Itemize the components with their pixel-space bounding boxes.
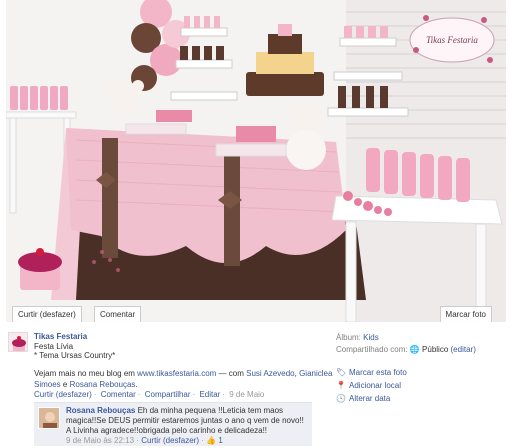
post-date[interactable]: 9 de Maio xyxy=(229,390,264,399)
thumbs-up-icon[interactable]: 👍 xyxy=(206,436,216,445)
comment-time[interactable]: 9 de Maio às 22:13 xyxy=(66,436,134,445)
tagged-user-link[interactable]: Rosana Rebouças xyxy=(70,380,136,389)
poster-name-link[interactable]: Tikas Festaria xyxy=(34,332,87,341)
album-row: Álbum: Kids xyxy=(336,333,379,342)
share-link[interactable]: Compartilhar xyxy=(145,390,191,399)
action-label: Marcar esta foto xyxy=(349,368,407,377)
post-with-text: — com xyxy=(218,369,244,378)
blog-link[interactable]: www.tikasfestaria.com xyxy=(137,369,216,378)
edit-link[interactable]: Editar xyxy=(199,390,220,399)
tag-this-photo-action[interactable]: 🏷 Marcar esta foto xyxy=(336,368,407,377)
photo-like-undo-button[interactable]: Curtir (desfazer) xyxy=(12,306,82,322)
comment-link[interactable]: Comentar xyxy=(101,390,136,399)
like-undo-link[interactable]: Curtir (desfazer) xyxy=(34,390,92,399)
post-text-prefix: Vejam mais no meu blog em xyxy=(34,369,135,378)
poster-avatar[interactable] xyxy=(8,332,28,352)
caption-subtitle: * Tema Ursas Country* xyxy=(34,351,116,360)
comment-like-undo-link[interactable]: Curtir (desfazer) xyxy=(141,436,199,445)
party-scene-illustration: Tikas Festaria xyxy=(6,0,506,322)
comment-like-count[interactable]: 1 xyxy=(218,436,222,445)
cupcake-icon xyxy=(12,336,26,351)
tagged-user-link[interactable]: Susi Azevedo xyxy=(246,369,294,378)
post-actions: Curtir (desfazer) · Comentar · Compartilha… xyxy=(34,390,265,399)
comment-body: Rosana Rebouças Eh da minha pequena !!Le… xyxy=(66,406,306,436)
comment-item: Rosana Rebouças Eh da minha pequena !!Le… xyxy=(34,402,312,446)
tag-photo-button[interactable]: Marcar foto xyxy=(439,306,492,322)
edit-privacy-link[interactable]: (editar) xyxy=(451,345,476,354)
add-location-action[interactable]: 📍 Adicionar local xyxy=(336,381,401,390)
watermark-text: Tikas Festaria xyxy=(426,35,478,45)
shared-audience: Público xyxy=(422,345,449,354)
tag-icon: 🏷 xyxy=(336,368,347,377)
globe-icon: 🌐 xyxy=(409,345,420,354)
album-label: Álbum: xyxy=(336,333,361,342)
and-word: e xyxy=(62,380,68,389)
person-photo-icon xyxy=(39,408,59,428)
party-photo[interactable]: Tikas Festaria Curtir (desfazer) Comenta… xyxy=(6,0,506,322)
shared-row: Compartilhado com: 🌐 Público (editar) xyxy=(336,345,476,354)
album-link[interactable]: Kids xyxy=(363,333,379,342)
location-pin-icon: 📍 xyxy=(336,381,346,390)
caption-title: Festa Lívia xyxy=(34,342,74,351)
clock-icon: 🕓 xyxy=(336,394,346,403)
photo-comment-button[interactable]: Comentar xyxy=(94,306,142,322)
action-label: Adicionar local xyxy=(349,381,402,390)
comment-meta: 9 de Maio às 22:13 · Curtir (desfazer) ·… xyxy=(66,436,223,445)
action-label: Alterar data xyxy=(349,394,391,403)
shared-label: Compartilhado com: xyxy=(336,345,408,354)
commenter-avatar[interactable] xyxy=(38,407,60,429)
commenter-name-link[interactable]: Rosana Rebouças xyxy=(66,406,135,415)
post-text: Vejam mais no meu blog em www.tikasfesta… xyxy=(34,369,333,389)
change-date-action[interactable]: 🕓 Alterar data xyxy=(336,394,390,403)
